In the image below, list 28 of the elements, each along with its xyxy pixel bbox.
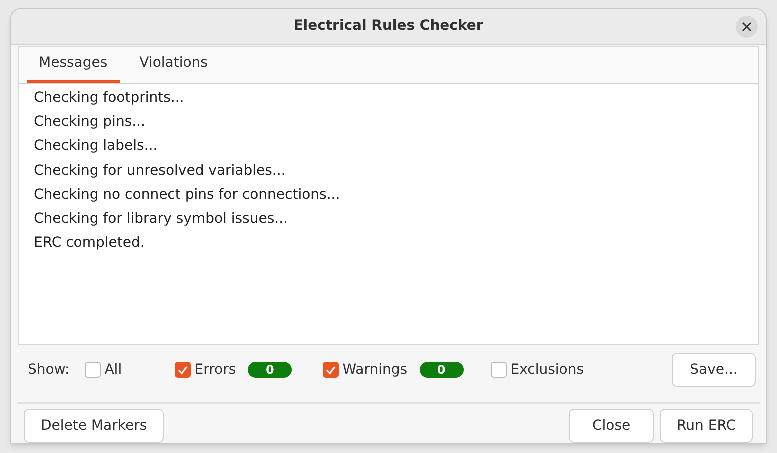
dialog-button[interactable]: Run ERC	[660, 409, 753, 443]
check-icon	[324, 364, 337, 376]
log-line: Checking for library symbol issues...	[34, 210, 288, 229]
log-line: Checking labels...	[34, 137, 158, 156]
count-badge: 0	[420, 362, 464, 378]
check-icon	[176, 364, 189, 376]
checkbox[interactable]	[490, 362, 507, 378]
checkbox-label[interactable]: Errors	[194, 360, 236, 381]
close-icon	[742, 22, 752, 32]
count-badge: 0	[248, 362, 292, 378]
checkbox[interactable]	[84, 362, 101, 378]
dialog-button[interactable]: Delete Markers	[24, 409, 164, 443]
log-line: Checking pins...	[34, 113, 146, 132]
checkbox-label[interactable]: Exclusions	[510, 360, 584, 381]
save-button[interactable]: Save...	[672, 353, 756, 388]
close-button[interactable]	[736, 16, 758, 38]
checkbox-label[interactable]: All	[104, 360, 122, 381]
dialog-button[interactable]: Close	[569, 409, 654, 443]
log-line: Checking footprints...	[34, 88, 184, 108]
log-line: Checking for unresolved variables...	[34, 162, 286, 181]
log-line: ERC completed.	[34, 234, 145, 254]
checkbox-label[interactable]: Warnings	[342, 360, 408, 381]
checkbox[interactable]	[322, 362, 339, 378]
show-label: Show:	[28, 360, 70, 380]
window-title: Electrical Rules Checker	[294, 16, 484, 36]
checkbox[interactable]	[174, 362, 191, 378]
log-line: Checking no connect pins for connections...	[34, 186, 340, 205]
tab[interactable]: Violations	[120, 46, 228, 83]
